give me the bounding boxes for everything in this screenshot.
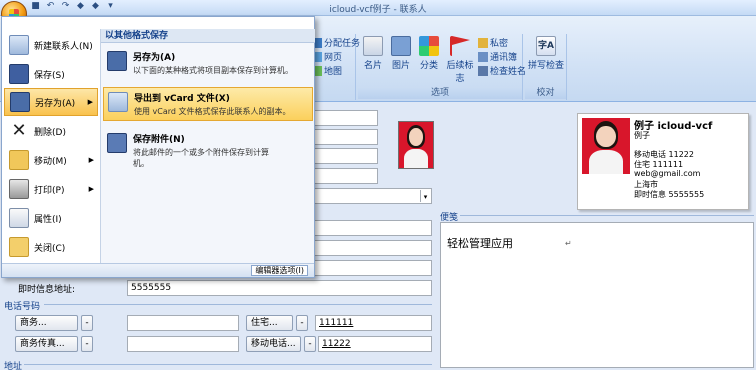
business-card-icon bbox=[363, 36, 383, 56]
business-phone-button[interactable]: 商务... bbox=[15, 315, 78, 331]
address-section-label: 地址 bbox=[4, 362, 23, 370]
webpage-button[interactable]: 网页 bbox=[312, 50, 342, 63]
mobile-phone-field[interactable]: 11222 bbox=[318, 336, 432, 352]
categorize-icon bbox=[419, 36, 439, 56]
menu-item-properties[interactable]: 属性(I) bbox=[4, 204, 98, 232]
address-section-rule bbox=[24, 364, 432, 365]
webpage-field[interactable] bbox=[300, 260, 432, 276]
proofing-group-label: 校对 bbox=[525, 88, 566, 99]
picture-button[interactable]: 图片 bbox=[388, 36, 414, 71]
options-group-label: 选项 bbox=[358, 88, 522, 99]
display-as-field[interactable] bbox=[300, 240, 432, 256]
menu-item-close[interactable]: 关闭(C) bbox=[4, 233, 98, 261]
menu-item-new-contact[interactable]: 新建联系人(N) bbox=[4, 31, 98, 59]
address-book-icon bbox=[478, 51, 488, 62]
private-button[interactable]: 私密 bbox=[478, 36, 508, 49]
ribbon-group-proofing: 字A 拼写检查 校对 bbox=[525, 34, 567, 100]
business-fax-field[interactable] bbox=[127, 336, 239, 352]
save-as-icon bbox=[107, 51, 127, 71]
picture-icon bbox=[391, 36, 411, 56]
chevron-right-icon: ▶ bbox=[88, 156, 94, 164]
menu-item-save[interactable]: 保存(S) bbox=[4, 60, 98, 88]
im-address-label: 即时信息地址: bbox=[18, 285, 76, 295]
check-names-icon bbox=[478, 65, 488, 76]
properties-icon bbox=[9, 208, 29, 228]
lock-icon bbox=[478, 37, 488, 48]
map-button[interactable]: 地图 bbox=[312, 64, 342, 77]
categorize-button[interactable]: 分类 bbox=[416, 36, 442, 71]
submenu-save-attachments[interactable]: 保存附件(N) 将此邮件的一个或多个附件保存到计算机。 bbox=[103, 129, 313, 172]
card-im: 即时信息 5555555 bbox=[634, 190, 705, 199]
card-email: web@gmail.com bbox=[634, 169, 701, 178]
attachment-icon bbox=[107, 133, 127, 153]
office-menu: 新建联系人(N) 保存(S) 另存为(A) ▶ ✕ 删除(D) 移动(M) ▶ 打印(… bbox=[1, 16, 315, 278]
business-phone-field[interactable] bbox=[127, 315, 239, 331]
email-field[interactable] bbox=[300, 220, 432, 236]
save-icon bbox=[9, 64, 29, 84]
window-title: icloud-vcf例子 - 联系人 bbox=[329, 5, 427, 15]
im-address-field[interactable]: 5555555 bbox=[127, 280, 432, 296]
contact-photo[interactable] bbox=[398, 121, 434, 169]
flag-icon bbox=[450, 36, 470, 56]
menu-item-move[interactable]: 移动(M) ▶ bbox=[4, 146, 98, 174]
office-menu-commands: 新建联系人(N) 保存(S) 另存为(A) ▶ ✕ 删除(D) 移动(M) ▶ 打印(… bbox=[2, 29, 98, 277]
card-subname: 例子 bbox=[634, 131, 650, 140]
phone-section-rule bbox=[44, 304, 432, 305]
notes-rule bbox=[460, 215, 754, 216]
vcard-icon bbox=[108, 92, 128, 112]
business-card[interactable]: 例子 icloud-vcf 例子 移动电话 11222 住宅 111111 we… bbox=[577, 113, 749, 210]
mobile-phone-button[interactable]: 移动电话... bbox=[246, 336, 301, 352]
office-menu-footer: 编辑器选项(I) bbox=[2, 263, 314, 277]
notes-editor[interactable]: 轻松管理应用 ↵ bbox=[440, 222, 754, 368]
home-phone-button[interactable]: 住宅... bbox=[246, 315, 293, 331]
ribbon-group-options: 名片 图片 分类 后续标志 私密 通讯簿 检查姓名 选项 bbox=[358, 34, 526, 100]
paragraph-mark-icon: ↵ bbox=[565, 239, 572, 248]
title-bar: ■ ↶ ↷ ◆ ◆ ▾ icloud-vcf例子 - 联系人 bbox=[0, 0, 756, 16]
card-photo bbox=[582, 118, 630, 174]
save-as-icon bbox=[10, 92, 30, 112]
save-as-submenu: 以其他格式保存 另存为(A) 以下面的某种格式将项目副本保存到计算机。 导出到 … bbox=[100, 29, 315, 265]
address-book-button[interactable]: 通讯簿 bbox=[478, 50, 517, 63]
notes-text: 轻松管理应用 bbox=[447, 237, 513, 250]
chevron-right-icon: ▶ bbox=[87, 98, 93, 106]
print-icon bbox=[9, 179, 29, 199]
assign-task-button[interactable]: 分配任务 bbox=[312, 36, 360, 49]
mobile-phone-dropdown[interactable]: - bbox=[304, 336, 316, 352]
submenu-save-as[interactable]: 另存为(A) 以下面的某种格式将项目副本保存到计算机。 bbox=[103, 47, 313, 79]
business-fax-dropdown[interactable]: - bbox=[81, 336, 93, 352]
chevron-down-icon: ▾ bbox=[420, 190, 430, 202]
file-as-select[interactable]: ▾ bbox=[300, 188, 432, 204]
move-icon bbox=[9, 150, 29, 170]
business-card-button[interactable]: 名片 bbox=[360, 36, 386, 71]
delete-icon: ✕ bbox=[11, 120, 27, 141]
spelling-button[interactable]: 字A 拼写检查 bbox=[527, 36, 565, 71]
new-contact-icon bbox=[9, 35, 29, 55]
submenu-title: 以其他格式保存 bbox=[101, 29, 315, 43]
business-fax-button[interactable]: 商务传真... bbox=[15, 336, 78, 352]
folder-icon bbox=[9, 237, 29, 257]
home-phone-dropdown[interactable]: - bbox=[296, 315, 308, 331]
menu-item-delete[interactable]: ✕ 删除(D) bbox=[4, 117, 98, 145]
home-phone-field[interactable]: 111111 bbox=[315, 315, 432, 331]
submenu-export-vcard[interactable]: 导出到 vCard 文件(X) 使用 vCard 文件格式保存此联系人的副本。 bbox=[103, 87, 313, 121]
spelling-icon: 字A bbox=[536, 36, 556, 56]
editor-options-button[interactable]: 编辑器选项(I) bbox=[251, 265, 308, 276]
menu-item-save-as[interactable]: 另存为(A) ▶ bbox=[4, 88, 98, 116]
business-phone-dropdown[interactable]: - bbox=[81, 315, 93, 331]
menu-item-print[interactable]: 打印(P) ▶ bbox=[4, 175, 98, 203]
phone-section-label: 电话号码 bbox=[4, 302, 41, 312]
check-names-button[interactable]: 检查姓名 bbox=[478, 64, 526, 77]
follow-up-button[interactable]: 后续标志 bbox=[444, 36, 476, 84]
chevron-right-icon: ▶ bbox=[88, 185, 94, 193]
